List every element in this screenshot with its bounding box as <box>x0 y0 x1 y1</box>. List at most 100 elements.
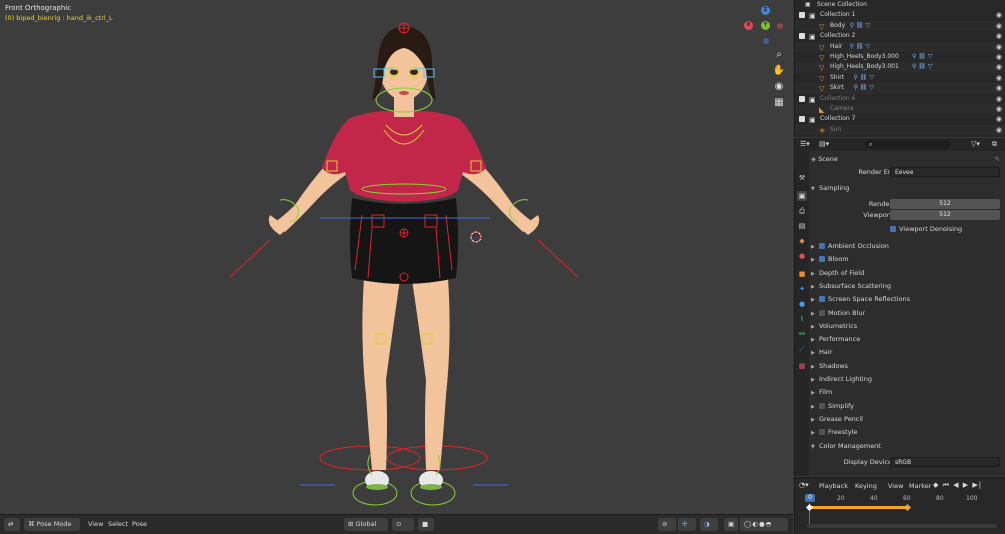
gizmo-toggle-icon[interactable]: ✣ <box>678 518 696 531</box>
menu-keying[interactable]: Keying <box>855 482 877 490</box>
exclude-checkbox[interactable] <box>799 33 805 40</box>
exclude-checkbox[interactable] <box>799 95 805 102</box>
viewport-scene[interactable] <box>0 0 793 514</box>
constraints-tab-icon[interactable]: ⚯ <box>797 329 807 339</box>
visibility-eye-icon[interactable]: ◉ <box>996 114 1002 124</box>
3d-viewport[interactable]: Front Orthographic (0) biped_bienrig : h… <box>0 0 793 514</box>
sampling-header[interactable]: ▼ Sampling <box>811 182 1004 194</box>
exclude-checkbox[interactable] <box>799 12 805 19</box>
gizmo-neg-z[interactable] <box>763 38 769 44</box>
shading-mode-buttons[interactable]: ◯◐●◓ <box>740 518 788 531</box>
panel-header[interactable]: ▶ Simplify <box>811 400 1004 412</box>
panel-header[interactable]: ▶ Screen Space Reflections <box>811 293 1004 305</box>
gizmo-y-axis[interactable]: Y <box>761 21 770 30</box>
outliner-object-row[interactable]: ▽ Hair ⚲ ⛓ ▽ ◉ <box>795 41 1005 52</box>
outliner-collection-row[interactable]: ▣ Collection 1 ◉ <box>795 10 1005 20</box>
pan-hand-icon[interactable]: ✋ <box>772 64 786 78</box>
zoom-icon[interactable]: ⌕ <box>772 48 786 62</box>
outliner[interactable]: ▣ Scene Collection ▣ Collection 1 ◉ ▽ Body ⚲ … <box>794 0 1005 137</box>
panel-header[interactable]: ▶ Grease Pencil <box>811 413 1004 425</box>
render-tab-icon[interactable]: ▣ <box>797 191 807 201</box>
panel-header[interactable]: ▶ Freestyle <box>811 426 1004 438</box>
panel-header[interactable]: ▶ Bloom <box>811 253 1004 265</box>
visibility-eye-icon[interactable]: ◉ <box>996 83 1002 93</box>
panel-header[interactable]: ▶ Indirect Lighting <box>811 373 1004 385</box>
search-input[interactable]: ⌕ <box>865 140 950 149</box>
panel-enable-checkbox[interactable] <box>819 402 825 409</box>
panel-enable-checkbox[interactable] <box>819 309 825 316</box>
panel-header[interactable]: ▶ Hair <box>811 346 1004 358</box>
physics-tab-icon[interactable]: ⌇ <box>797 314 807 324</box>
snap-icon[interactable]: ■ <box>418 518 434 531</box>
outliner-object-row[interactable]: ☀ Sun ◉ <box>795 124 1005 136</box>
pin-icon[interactable]: ✎ <box>995 153 1000 165</box>
outliner-object-row[interactable]: ▽ Shirt ⚲ ⛓ ▽ ◉ <box>795 73 1005 83</box>
view-layer-tab-icon[interactable]: ▤ <box>797 221 807 231</box>
color-management-header[interactable]: ▼ Color Management <box>811 440 1004 452</box>
keyframe-diamond[interactable] <box>903 503 912 512</box>
panel-enable-checkbox[interactable] <box>819 429 825 436</box>
outliner-object-row[interactable]: ◣ Camera ◉ <box>795 104 1005 115</box>
menu-view[interactable]: View <box>888 482 903 490</box>
panel-header[interactable]: ▶ Depth of Field <box>811 267 1004 279</box>
gizmo-neg-x[interactable] <box>777 23 783 29</box>
visibility-eye-icon[interactable]: ◉ <box>996 62 1002 72</box>
visibility-eye-icon[interactable]: ◉ <box>996 52 1002 62</box>
scene-collection-row[interactable]: ▣ Scene Collection <box>795 0 1005 10</box>
filter-icon[interactable]: ▽▾ <box>971 140 980 148</box>
visibility-eye-icon[interactable]: ◉ <box>996 73 1002 83</box>
panel-header[interactable]: ▶ Shadows <box>811 360 1004 372</box>
visibility-icon[interactable]: ⊘ <box>658 518 676 531</box>
outliner-object-row[interactable]: ▽ Body ⚲ ⛓ ▽ ◉ <box>795 20 1005 32</box>
panel-enable-checkbox[interactable] <box>819 256 825 263</box>
viewport-denoising-row[interactable]: Viewport Denoising <box>890 223 1000 235</box>
panel-header[interactable]: ▶ Motion Blur <box>811 307 1004 319</box>
viewport-denoising-checkbox[interactable] <box>890 226 896 232</box>
overlay-toggle-icon[interactable]: ◑ <box>700 518 718 531</box>
editor-type-icon[interactable]: ◔▾ <box>799 481 809 489</box>
visibility-eye-icon[interactable]: ◉ <box>996 42 1002 52</box>
properties-editor[interactable]: ⚒ ▣ ⎙ ▤ ◆ ● ■ ✦ ● ⌇ ⚯ ⟋ ▩ ◈ Scene ✎ Rend… <box>794 151 1005 476</box>
scene-tab-icon[interactable]: ◆ <box>797 236 807 246</box>
menu-marker[interactable]: Marker <box>909 482 931 490</box>
xray-toggle-icon[interactable]: ▣ <box>724 518 738 531</box>
visibility-eye-icon[interactable]: ◉ <box>996 31 1002 41</box>
exclude-checkbox[interactable] <box>799 116 805 123</box>
ortho-grid-icon[interactable]: ▦ <box>772 96 786 110</box>
menu-pose[interactable]: Pose <box>128 518 151 531</box>
visibility-eye-icon[interactable]: ◉ <box>996 94 1002 104</box>
new-collection-icon[interactable]: ⧉ <box>992 140 997 149</box>
outliner-object-row[interactable]: ▽ High_Heels_Body3.001 ⚲ ⛓ ▽ ◉ <box>795 62 1005 73</box>
texture-tab-icon[interactable]: ▩ <box>797 361 807 371</box>
camera-view-icon[interactable]: ◉ <box>772 80 786 94</box>
gizmo-x-axis[interactable]: X <box>744 21 753 30</box>
output-tab-icon[interactable]: ⎙ <box>797 206 807 216</box>
tool-tab-icon[interactable]: ⚒ <box>797 173 807 183</box>
timeline-scrollbar[interactable] <box>807 524 997 528</box>
panel-header[interactable]: ▶ Volumetrics <box>811 320 1004 332</box>
outliner-object-row[interactable]: ▽ Skirt ⚲ ⛓ ▽ ◉ <box>795 83 1005 94</box>
mode-selector[interactable]: ⌘ Pose Mode <box>24 518 80 531</box>
menu-playback[interactable]: Playback <box>819 482 848 490</box>
particles-tab-icon[interactable]: ● <box>797 299 807 309</box>
modifiers-tab-icon[interactable]: ✦ <box>797 284 807 294</box>
timeline[interactable]: ◔▾ Playback Keying View Marker ◆ ⏮ ◀ ▶ ▶… <box>794 477 1005 534</box>
visibility-eye-icon[interactable]: ◉ <box>996 10 1002 20</box>
visibility-eye-icon[interactable]: ◉ <box>996 21 1002 31</box>
panel-header[interactable]: ▶ Subsurface Scattering <box>811 280 1004 292</box>
outliner-object-row[interactable]: ▽ High_Heels_Body3.000 ⚲ ⛓ ▽ ◉ <box>795 52 1005 62</box>
panel-header[interactable]: ▶ Performance <box>811 333 1004 345</box>
panel-header[interactable]: ▶ Film <box>811 386 1004 398</box>
world-tab-icon[interactable]: ● <box>797 251 807 261</box>
transform-orientation-dropdown[interactable]: ⊞ Global <box>344 518 388 531</box>
editor-type-icon[interactable]: ☰▾ <box>800 140 810 148</box>
display-mode-icon[interactable]: ▤▾ <box>819 140 829 148</box>
visibility-eye-icon[interactable]: ◉ <box>996 104 1002 114</box>
display-device-dropdown[interactable]: sRGB <box>890 457 1000 467</box>
render-engine-dropdown[interactable]: Eevee <box>890 167 1000 177</box>
outliner-collection-row[interactable]: ▣ Collection 6 ◉ <box>795 94 1005 104</box>
panel-header[interactable]: ▶ Ambient Occlusion <box>811 240 1004 252</box>
gizmo-z-axis[interactable]: Z <box>761 6 770 15</box>
outliner-collection-row[interactable]: ▣ Collection 2 ◉ <box>795 31 1005 41</box>
panel-enable-checkbox[interactable] <box>819 296 825 303</box>
